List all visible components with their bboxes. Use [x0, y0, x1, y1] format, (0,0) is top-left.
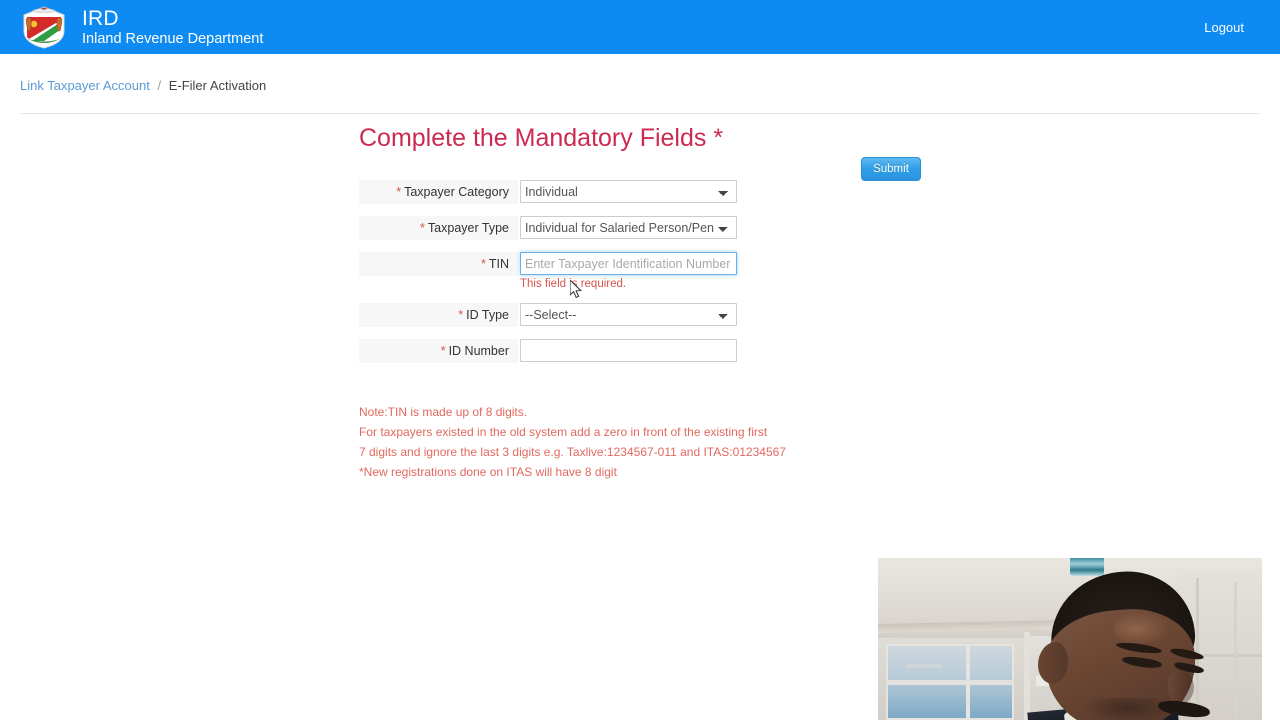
note-line: 7 digits and ignore the last 3 digits e.… [359, 445, 786, 459]
webcam-window-rail [886, 680, 1014, 685]
label-taxpayer-category: * Taxpayer Category [359, 180, 518, 204]
breadcrumb-separator: / [157, 78, 162, 93]
control-id-number [520, 339, 737, 362]
label-id-number: * ID Number [359, 339, 518, 363]
tin-note-block: Note:TIN is made up of 8 digits. For tax… [359, 402, 786, 482]
label-id-type: * ID Type [359, 303, 518, 327]
form-row-taxpayer-type: * Taxpayer Type Individual for Salaried P… [359, 216, 737, 240]
webcam-person-chin-shadow [1084, 698, 1170, 720]
control-id-type: --Select-- [520, 303, 737, 326]
brand-text: IRD Inland Revenue Department [82, 8, 263, 47]
label-text: ID Type [466, 308, 509, 322]
required-star: * [458, 308, 464, 322]
label-text: Taxpayer Type [427, 221, 509, 235]
required-star: * [440, 344, 446, 358]
page-title: Complete the Mandatory Fields * [359, 124, 724, 152]
content-divider [20, 113, 1260, 114]
breadcrumb: Link Taxpayer Account / E-Filer Activati… [20, 78, 266, 93]
select-taxpayer-type[interactable]: Individual for Salaried Person/Pensioner [520, 216, 737, 239]
error-tin: This field is required. [520, 278, 627, 290]
label-tin: * TIN [359, 252, 518, 276]
mandatory-fields-form: * Taxpayer Category Individual * Taxpayer … [359, 180, 737, 375]
form-row-taxpayer-category: * Taxpayer Category Individual [359, 180, 737, 204]
breadcrumb-link-link-taxpayer-account[interactable]: Link Taxpayer Account [20, 78, 150, 93]
label-text: ID Number [448, 344, 509, 358]
control-tin: This field is required. [520, 252, 737, 291]
select-taxpayer-category[interactable]: Individual [520, 180, 737, 203]
webcam-preview[interactable] [878, 558, 1262, 720]
required-star: * [396, 185, 402, 199]
brand-full-name: Inland Revenue Department [82, 30, 264, 47]
label-text: TIN [488, 257, 509, 271]
input-id-number[interactable] [520, 339, 737, 362]
note-line: For taxpayers existed in the old system … [359, 425, 768, 439]
brand-acronym: IRD [82, 6, 119, 30]
required-star: * [420, 221, 425, 235]
control-taxpayer-type: Individual for Salaried Person/Pensioner [520, 216, 737, 239]
control-taxpayer-category: Individual [520, 180, 737, 203]
note-line: Note:TIN is made up of 8 digits. [359, 405, 528, 419]
webcam-right-frame-vertical-2 [1234, 582, 1237, 720]
form-row-id-number: * ID Number [359, 339, 737, 363]
required-star: * [480, 257, 486, 271]
logout-link[interactable]: Logout [1204, 20, 1244, 35]
namibia-coat-of-arms-icon [23, 6, 65, 49]
webcam-blind-handle [906, 664, 942, 668]
webcam-person-forehead-highlight [1114, 612, 1170, 646]
form-row-tin: *TIN This field is required. [359, 252, 737, 291]
submit-button[interactable]: Submit [861, 157, 921, 181]
brand-block: IRD Inland Revenue Department [20, 5, 263, 49]
app-header: IRD Inland Revenue Department Logout [0, 0, 1280, 54]
webcam-ac-vent [1070, 558, 1104, 576]
webcam-right-frame-vertical [1196, 578, 1199, 720]
label-text: Taxpayer Category [404, 185, 509, 199]
label-taxpayer-type: * Taxpayer Type [359, 216, 518, 240]
input-tin[interactable] [520, 252, 737, 275]
webcam-person-nose [1168, 670, 1194, 704]
note-line: *New registrations done on ITAS will hav… [359, 465, 617, 479]
form-row-id-type: * ID Type --Select-- [359, 303, 737, 327]
select-id-type[interactable]: --Select-- [520, 303, 737, 326]
breadcrumb-current-e-filer-activation: E-Filer Activation [168, 78, 267, 93]
